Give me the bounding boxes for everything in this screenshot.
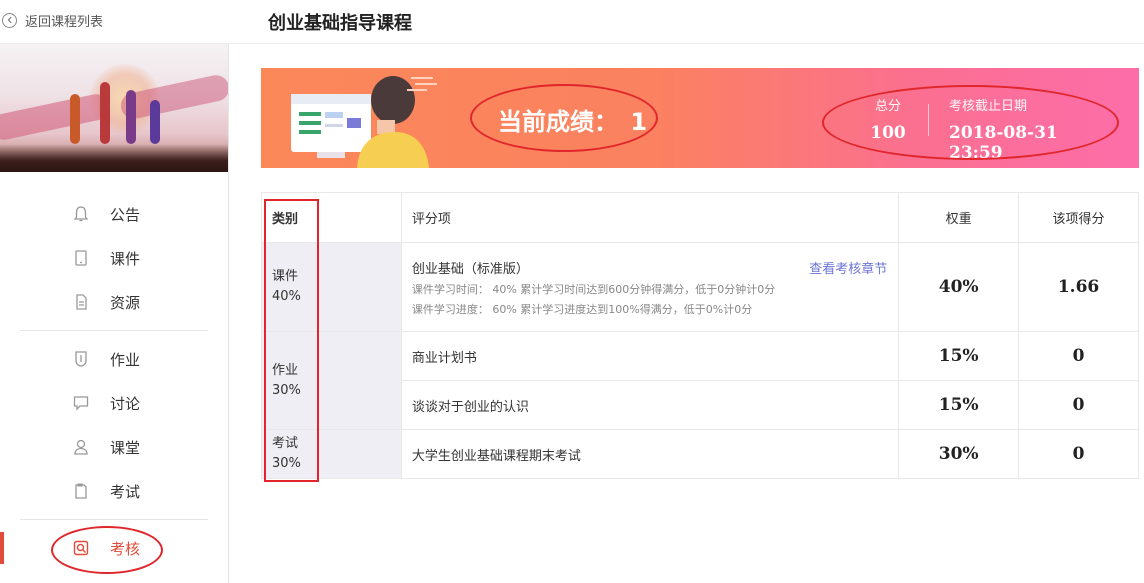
current-score-label: 当前成绩： <box>498 108 618 136</box>
score-cell: 1.66 <box>1018 242 1139 332</box>
deadline-value: 2018-08-31 23:59 <box>949 123 1058 163</box>
sidebar-nav: 公告 课件 资源 作业 讨论 课堂 考试 考核 <box>0 172 228 570</box>
total-score-value: 100 <box>870 123 906 143</box>
weight-cell: 30% <box>898 429 1020 479</box>
chat-icon <box>72 394 90 412</box>
sidebar-item-label: 课件 <box>110 249 141 268</box>
category-cell: 作业 30% <box>261 331 402 430</box>
sidebar-item-assessment[interactable]: 考核 <box>0 526 228 570</box>
sidebar-item-announcement[interactable]: 公告 <box>0 192 228 236</box>
page-title: 创业基础指导课程 <box>268 13 412 34</box>
stat-divider <box>928 104 929 136</box>
header-item: 评分项 <box>400 192 900 243</box>
sidebar-item-label: 作业 <box>110 350 141 369</box>
bell-icon <box>72 205 90 223</box>
weight-cell: 40% <box>898 242 1020 332</box>
deadline-stat: 考核截止日期 2018-08-31 23:59 <box>949 95 1099 163</box>
view-assessment-chapters-link[interactable]: 查看考核章节 <box>809 258 887 277</box>
header-score: 该项得分 <box>1018 192 1139 243</box>
category-name: 作业 <box>272 362 299 378</box>
item-cell: 商业计划书 <box>400 331 900 381</box>
item-detail-progress: 课件学习进度： 60% 累计学习进度达到100%得满分，低于0%计0分 <box>411 302 753 316</box>
header-weight: 权重 <box>898 192 1020 243</box>
sidebar-item-label: 公告 <box>110 205 141 224</box>
total-score-label: 总分 <box>874 99 901 114</box>
pencil-shield-icon <box>72 350 90 368</box>
sidebar-item-label: 考试 <box>110 482 141 501</box>
current-score: 当前成绩： 1 <box>498 102 647 137</box>
category-cell: 课件 40% <box>261 242 402 332</box>
sidebar: 公告 课件 资源 作业 讨论 课堂 考试 考核 <box>0 44 229 583</box>
sidebar-item-courseware[interactable]: 课件 <box>0 236 228 280</box>
sidebar-item-exam[interactable]: 考试 <box>0 469 228 513</box>
back-label: 返回课程列表 <box>25 14 104 30</box>
sidebar-item-discussion[interactable]: 讨论 <box>0 381 228 425</box>
sidebar-divider <box>20 330 208 331</box>
category-weight: 30% <box>272 382 301 398</box>
back-to-course-list-link[interactable]: 返回课程列表 <box>2 10 103 30</box>
sidebar-item-label: 资源 <box>110 293 141 312</box>
category-name: 考试 <box>272 436 299 451</box>
item-cell: 创业基础（标准版） 课件学习时间： 40% 累计学习时间达到600分钟得满分，低… <box>400 242 900 332</box>
current-score-value: 1 <box>630 108 648 136</box>
score-cell: 0 <box>1018 331 1139 381</box>
score-cell: 0 <box>1018 380 1139 430</box>
item-cell: 大学生创业基础课程期末考试 <box>400 429 900 479</box>
sidebar-item-label: 课堂 <box>110 438 141 457</box>
score-cell: 0 <box>1018 429 1139 479</box>
item-cell: 谈谈对于创业的认识 <box>400 380 900 430</box>
weight-cell: 15% <box>898 380 1020 430</box>
assessment-icon <box>72 539 90 557</box>
grading-table: 类别 评分项 权重 该项得分 课件 40% 创业基础（标准版） 课件学习时间： … <box>261 192 1139 479</box>
table-row: 作业 30% 商业计划书 15% 0 <box>261 331 1139 430</box>
course-banner-image <box>0 44 228 172</box>
top-bar: 返回课程列表 创业基础指导课程 <box>0 0 1144 44</box>
weight-cell: 15% <box>898 331 1020 381</box>
table-row: 课件 40% 创业基础（标准版） 课件学习时间： 40% 累计学习时间达到600… <box>261 242 1139 332</box>
category-cell: 考试 30% <box>261 429 402 479</box>
student-at-computer-illustration <box>291 76 437 168</box>
sidebar-item-homework[interactable]: 作业 <box>0 337 228 381</box>
category-name: 课件 <box>272 269 299 284</box>
exam-icon <box>72 482 90 500</box>
sidebar-item-classroom[interactable]: 课堂 <box>0 425 228 469</box>
chevron-left-icon <box>2 12 17 28</box>
sidebar-item-label: 讨论 <box>110 394 141 413</box>
total-score-stat: 总分 100 <box>865 95 911 143</box>
table-row: 考试 30% 大学生创业基础课程期末考试 30% 0 <box>261 429 1139 479</box>
sidebar-item-resources[interactable]: 资源 <box>0 280 228 324</box>
person-icon <box>72 438 90 456</box>
sidebar-divider <box>20 519 208 520</box>
table-header-row: 类别 评分项 权重 该项得分 <box>261 192 1139 243</box>
header-category: 类别 <box>261 192 402 243</box>
resource-icon <box>72 293 90 311</box>
category-weight: 30% <box>272 456 301 471</box>
sidebar-item-label: 考核 <box>110 539 141 558</box>
tablet-icon <box>72 249 90 267</box>
score-summary-banner: 当前成绩： 1 总分 100 考核截止日期 2018-08-31 23:59 <box>261 68 1139 168</box>
item-detail-time: 课件学习时间： 40% 累计学习时间达到600分钟得满分，低于0分钟计0分 <box>411 282 776 296</box>
deadline-label: 考核截止日期 <box>949 99 1028 114</box>
category-weight: 40% <box>272 289 301 304</box>
